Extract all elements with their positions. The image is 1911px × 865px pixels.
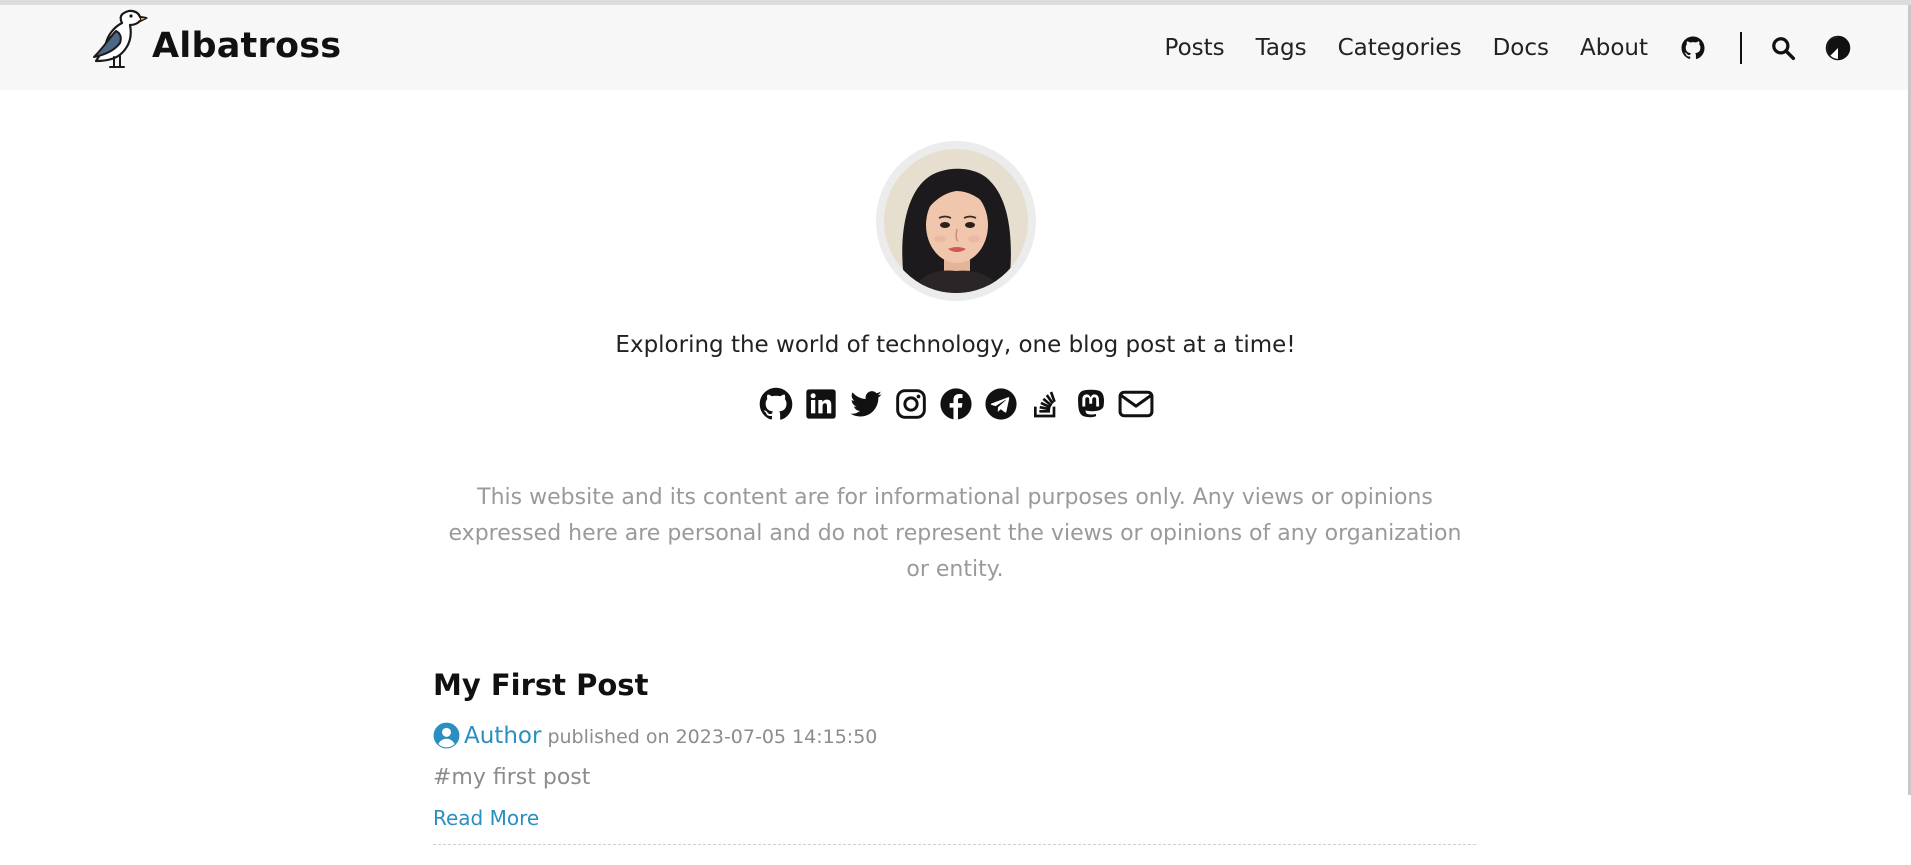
nav-link-posts[interactable]: Posts bbox=[1165, 35, 1225, 61]
post-tag-link[interactable]: #my first post bbox=[433, 765, 1476, 790]
disclaimer-text: This website and its content are for inf… bbox=[448, 485, 1462, 582]
mastodon-icon[interactable] bbox=[1073, 386, 1109, 422]
github-icon[interactable] bbox=[758, 386, 794, 422]
nav-link-categories[interactable]: Categories bbox=[1338, 35, 1462, 61]
email-icon[interactable] bbox=[1118, 386, 1154, 422]
nav-link-about[interactable]: About bbox=[1580, 35, 1648, 61]
site-title: Albatross bbox=[152, 26, 342, 66]
site-brand[interactable]: Albatross bbox=[86, 7, 341, 71]
theme-toggle-icon[interactable] bbox=[1825, 35, 1851, 61]
github-icon[interactable] bbox=[1680, 35, 1706, 61]
post-title[interactable]: My First Post bbox=[433, 668, 1476, 702]
instagram-icon[interactable] bbox=[893, 386, 929, 422]
profile-tagline: Exploring the world of technology, one b… bbox=[615, 332, 1296, 358]
read-more-link[interactable]: Read More bbox=[433, 806, 1476, 830]
telegram-icon[interactable] bbox=[983, 386, 1019, 422]
facebook-icon[interactable] bbox=[938, 386, 974, 422]
nav-link-docs[interactable]: Docs bbox=[1493, 35, 1549, 61]
navbar: Albatross Posts Tags Categories Docs Abo… bbox=[0, 5, 1911, 90]
nav-separator bbox=[1740, 31, 1742, 64]
social-links bbox=[0, 386, 1911, 422]
avatar-ring bbox=[875, 141, 1036, 301]
search-icon[interactable] bbox=[1770, 35, 1796, 61]
author-link[interactable]: Author bbox=[464, 723, 541, 749]
twitter-icon[interactable] bbox=[848, 386, 884, 422]
post-card: My First Post Author published on 2023-0… bbox=[433, 668, 1476, 845]
profile-section: Exploring the world of technology, one b… bbox=[0, 141, 1911, 422]
post-meta: Author published on 2023-07-05 14:15:50 bbox=[433, 722, 1476, 749]
albatross-logo-icon bbox=[93, 9, 148, 68]
post-divider bbox=[433, 844, 1476, 845]
avatar bbox=[883, 149, 1028, 293]
linkedin-icon[interactable] bbox=[803, 386, 839, 422]
user-circle-icon bbox=[433, 722, 460, 749]
nav-link-tags[interactable]: Tags bbox=[1256, 35, 1307, 61]
published-date: published on 2023-07-05 14:15:50 bbox=[547, 726, 878, 748]
main-nav: Posts Tags Categories Docs About bbox=[1165, 5, 1851, 90]
stackoverflow-icon[interactable] bbox=[1028, 386, 1064, 422]
